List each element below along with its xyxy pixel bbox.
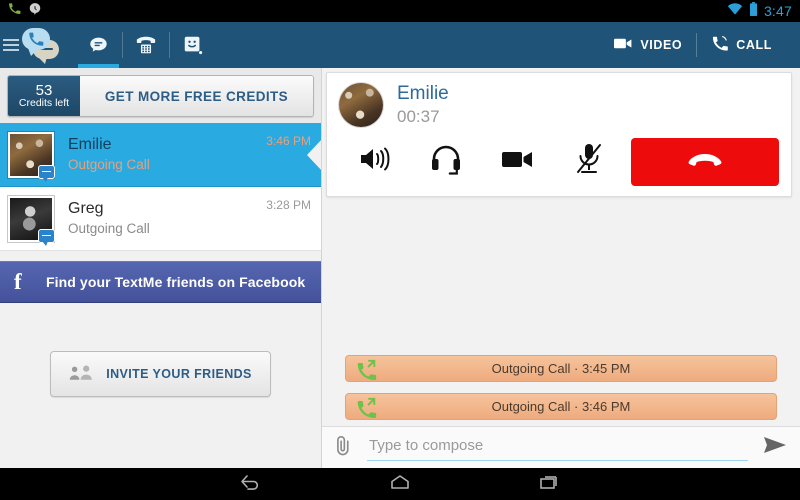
facebook-find-friends-banner[interactable]: f Find your TextMe friends on Facebook bbox=[0, 261, 321, 303]
textme-logo-icon bbox=[17, 25, 63, 65]
conversation-text: Emilie Outgoing Call bbox=[68, 134, 266, 174]
phone-call-icon bbox=[8, 2, 21, 20]
status-bar-system-icons: 3:47 bbox=[727, 1, 792, 21]
hangup-phone-icon bbox=[687, 151, 723, 173]
call-log-text: Outgoing Call · 3:45 PM bbox=[491, 360, 631, 376]
conversation-time: 3:28 PM bbox=[266, 198, 311, 212]
video-camera-icon bbox=[501, 149, 534, 175]
invite-your-friends-button[interactable]: INVITE YOUR FRIENDS bbox=[50, 351, 271, 397]
conversation-name: Emilie bbox=[68, 136, 112, 154]
video-camera-icon bbox=[614, 37, 633, 53]
conversation-text: Greg Outgoing Call bbox=[68, 198, 266, 238]
tab-dialer[interactable] bbox=[122, 22, 169, 68]
speaker-icon bbox=[358, 144, 392, 179]
call-log-entry[interactable]: Outgoing Call · 3:46 PM bbox=[345, 392, 777, 423]
facebook-f-icon: f bbox=[14, 269, 22, 294]
nav-recents-button[interactable] bbox=[537, 472, 563, 497]
call-header: Emilie 00:37 bbox=[327, 73, 791, 134]
credits-widget: 53 Credits left GET MORE FREE CREDITS bbox=[7, 75, 314, 117]
conversation-time: 3:46 PM bbox=[266, 134, 311, 148]
credits-label: Credits left bbox=[18, 97, 70, 110]
app-bar-tabs bbox=[75, 22, 216, 68]
invite-section: INVITE YOUR FRIENDS bbox=[0, 351, 321, 397]
outgoing-call-icon bbox=[356, 397, 377, 423]
conversation-panel: Emilie 00:37 Outgoing Call · 3:45 PM Out… bbox=[322, 68, 800, 468]
voice-call-label: CALL bbox=[736, 38, 772, 52]
speaker-button[interactable] bbox=[339, 138, 411, 186]
paperclip-icon[interactable] bbox=[334, 434, 353, 462]
video-call-label: VIDEO bbox=[640, 38, 683, 52]
status-bar: 3:47 bbox=[0, 0, 800, 22]
call-contact-name: Emilie bbox=[397, 83, 449, 104]
wifi-icon bbox=[727, 2, 743, 20]
conversation-item-greg[interactable]: Greg Outgoing Call 3:28 PM bbox=[0, 187, 321, 251]
nav-home-button[interactable] bbox=[387, 472, 413, 497]
call-log-text: Outgoing Call · 3:46 PM bbox=[491, 398, 631, 414]
video-button[interactable] bbox=[482, 138, 554, 186]
status-bar-clock: 3:47 bbox=[763, 3, 792, 19]
message-input[interactable] bbox=[367, 434, 748, 461]
sidebar: 53 Credits left GET MORE FREE CREDITS Em… bbox=[0, 68, 322, 468]
app-bar-actions: VIDEO CALL bbox=[600, 33, 800, 57]
outgoing-call-icon bbox=[356, 359, 377, 385]
headset-button[interactable] bbox=[411, 138, 483, 186]
call-log-row: Outgoing Call · 3:46 PM bbox=[322, 392, 800, 423]
voice-call-action[interactable]: CALL bbox=[696, 33, 786, 57]
chat-bubble-badge-icon bbox=[38, 164, 55, 182]
battery-icon bbox=[749, 1, 758, 21]
credits-badge: 53 Credits left bbox=[8, 76, 80, 116]
send-arrow-icon[interactable] bbox=[762, 435, 788, 460]
status-bar-notifications bbox=[8, 2, 42, 21]
hangouts-icon bbox=[28, 2, 42, 21]
message-composer bbox=[322, 426, 800, 468]
phone-call-icon bbox=[711, 35, 729, 55]
mute-button[interactable] bbox=[554, 138, 626, 186]
call-log-row: Outgoing Call · 3:45 PM bbox=[322, 354, 800, 385]
microphone-muted-icon bbox=[575, 142, 603, 181]
conversation-subtitle: Outgoing Call bbox=[68, 220, 150, 236]
video-call-action[interactable]: VIDEO bbox=[600, 33, 696, 57]
conversation-item-emilie[interactable]: Emilie Outgoing Call 3:46 PM bbox=[0, 123, 321, 187]
facebook-banner-label: Find your TextMe friends on Facebook bbox=[46, 274, 306, 290]
call-log-entry[interactable]: Outgoing Call · 3:45 PM bbox=[345, 354, 777, 385]
invite-button-label: INVITE YOUR FRIENDS bbox=[106, 367, 252, 381]
headset-icon bbox=[429, 142, 463, 181]
tab-stickers[interactable] bbox=[169, 22, 216, 68]
tab-messages[interactable] bbox=[75, 22, 122, 68]
call-duration: 00:37 bbox=[397, 106, 440, 126]
conversation-name: Greg bbox=[68, 200, 104, 218]
screen: 3:47 VIDEO CALL 53 Credits left GET MORE… bbox=[0, 0, 800, 500]
avatar bbox=[8, 131, 55, 182]
call-controls bbox=[327, 134, 791, 196]
active-call-card: Emilie 00:37 bbox=[326, 72, 792, 197]
avatar bbox=[8, 195, 55, 246]
avatar bbox=[339, 83, 383, 128]
android-nav-bar bbox=[0, 468, 800, 500]
credits-count: 53 bbox=[35, 81, 53, 99]
app-bar: VIDEO CALL bbox=[0, 22, 800, 68]
credits-bar: 53 Credits left GET MORE FREE CREDITS bbox=[0, 68, 321, 123]
get-more-credits-button[interactable]: GET MORE FREE CREDITS bbox=[80, 76, 313, 116]
call-meta: Emilie 00:37 bbox=[397, 83, 449, 128]
end-call-button[interactable] bbox=[631, 137, 779, 186]
nav-back-button[interactable] bbox=[237, 472, 263, 497]
chat-bubble-badge-icon bbox=[38, 228, 55, 246]
people-group-icon bbox=[69, 364, 93, 384]
conversation-subtitle: Outgoing Call bbox=[68, 156, 150, 172]
